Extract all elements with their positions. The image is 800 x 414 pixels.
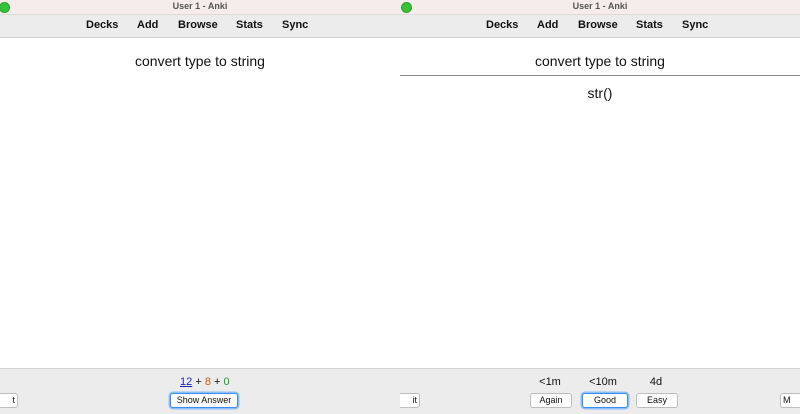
- new-count[interactable]: 12: [180, 376, 192, 388]
- window-zoom-icon[interactable]: [0, 2, 10, 13]
- toolbar-browse[interactable]: Browse: [178, 19, 218, 31]
- top-toolbar: Decks Add Browse Stats Sync: [400, 15, 800, 38]
- card-area: convert type to string str(): [400, 38, 800, 368]
- toolbar-stats[interactable]: Stats: [636, 19, 663, 31]
- due-counts: 12 + 8 + 0: [180, 376, 230, 388]
- toolbar-sync[interactable]: Sync: [682, 19, 708, 31]
- edit-button[interactable]: t: [0, 393, 18, 408]
- anki-window-answer: User 1 - Anki Decks Add Browse Stats Syn…: [400, 0, 800, 414]
- title-bar: User 1 - Anki: [400, 0, 800, 15]
- toolbar-decks[interactable]: Decks: [86, 19, 118, 31]
- card-answer: str(): [587, 85, 613, 101]
- easy-button[interactable]: Easy: [636, 393, 678, 408]
- answer-divider: [400, 75, 800, 76]
- window-title: User 1 - Anki: [172, 1, 228, 11]
- top-toolbar: Decks Add Browse Stats Sync: [0, 15, 400, 38]
- window-zoom-icon[interactable]: [401, 2, 412, 13]
- edit-button[interactable]: it: [400, 393, 420, 408]
- card-question: convert type to string: [535, 53, 665, 69]
- card-question: convert type to string: [135, 53, 265, 69]
- anki-window-question: User 1 - Anki Decks Add Browse Stats Syn…: [0, 0, 400, 414]
- good-button[interactable]: Good: [582, 393, 628, 408]
- toolbar-browse[interactable]: Browse: [578, 19, 618, 31]
- easy-interval: 4d: [649, 376, 663, 388]
- learning-count: 8: [204, 376, 211, 388]
- again-button[interactable]: Again: [530, 393, 572, 408]
- bottom-bar: it <1m <10m 4d Again Good Easy M: [400, 368, 800, 414]
- toolbar-stats[interactable]: Stats: [236, 19, 263, 31]
- toolbar-sync[interactable]: Sync: [282, 19, 308, 31]
- again-interval: <1m: [539, 376, 561, 388]
- title-bar: User 1 - Anki: [0, 0, 400, 15]
- more-button[interactable]: M: [780, 393, 800, 408]
- show-answer-button[interactable]: Show Answer: [170, 393, 238, 408]
- good-interval: <10m: [589, 376, 617, 388]
- window-title: User 1 - Anki: [572, 1, 628, 11]
- bottom-bar: t 12 + 8 + 0 Show Answer: [0, 368, 400, 414]
- review-count: 0: [223, 376, 230, 388]
- toolbar-add[interactable]: Add: [137, 19, 158, 31]
- toolbar-decks[interactable]: Decks: [486, 19, 518, 31]
- toolbar-add[interactable]: Add: [537, 19, 558, 31]
- card-area: convert type to string: [0, 38, 400, 368]
